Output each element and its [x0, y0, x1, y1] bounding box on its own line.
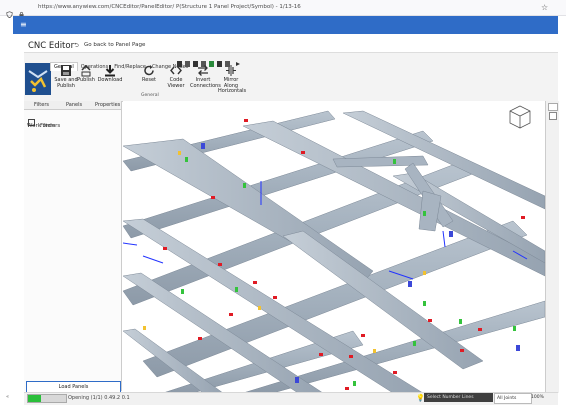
joints-dropdown[interactable]: All Joints [494, 393, 532, 404]
tab-filters[interactable]: Filters [34, 102, 49, 108]
back-link[interactable]: Go back to Panel Page [84, 42, 145, 48]
progress-fill [28, 395, 42, 402]
app-logo [25, 63, 51, 95]
side-marker: « [6, 394, 10, 400]
ribbon-tabs: GeneralOperationsFind/ReplaceChange Node… [50, 53, 191, 71]
panel-toggle-icon[interactable] [548, 103, 558, 111]
page-title: CNC Editor [28, 41, 75, 51]
view-cube-icon[interactable] [509, 105, 531, 129]
download-button[interactable]: Download [97, 64, 123, 84]
invert-connections-button[interactable]: Invert Connections [190, 64, 221, 89]
tab-properties[interactable]: Properties [95, 102, 120, 108]
publish-label: Publish [77, 77, 95, 83]
save-icon [59, 64, 73, 77]
mirror-button[interactable]: Mirror Along Horizontals [218, 64, 247, 95]
right-panel [545, 101, 559, 393]
panel-model [123, 110, 545, 393]
code-viewer-label: Code Viewer [167, 77, 185, 89]
zoom-level: 100% [531, 395, 544, 400]
mirror-label: Mirror Along Horizontals [218, 77, 247, 94]
3d-viewport[interactable] [123, 101, 545, 393]
reset-label: Reset [142, 77, 156, 83]
publish-icon [79, 64, 93, 77]
code-viewer-button[interactable]: Code Viewer [163, 64, 189, 89]
layer-checkbox[interactable] [549, 112, 557, 120]
download-label: Download [97, 77, 123, 83]
address-bar[interactable]: https://www.anywiew.com/CNCEditor/PanelE… [38, 4, 301, 10]
mirror-icon [224, 64, 238, 77]
publish-button[interactable]: Publish [75, 64, 97, 84]
left-panel [24, 101, 122, 391]
star-icon[interactable]: ☆ [541, 3, 548, 12]
back-arrow-icon[interactable]: ⮌ [74, 41, 79, 51]
selection-dropdown[interactable]: Select Number Lines [424, 393, 493, 402]
work-orders-header: Work orders [27, 123, 61, 129]
quick-toolbar [176, 53, 246, 67]
progress-bar [27, 394, 67, 403]
reset-icon [142, 64, 156, 77]
ribbon-group-label: General [141, 93, 159, 98]
reset-button[interactable]: Reset [136, 64, 162, 84]
invert-icon [196, 64, 210, 77]
app-header [13, 16, 558, 34]
code-icon [169, 64, 183, 77]
download-icon [103, 64, 117, 77]
hamburger-icon[interactable]: ≡ [20, 20, 29, 29]
shield-icon[interactable] [6, 3, 13, 19]
tab-panels[interactable]: Panels [66, 102, 82, 108]
lock-icon [18, 3, 25, 18]
status-text: Opening (1/1) 0.49.2 0.1 [68, 395, 130, 401]
